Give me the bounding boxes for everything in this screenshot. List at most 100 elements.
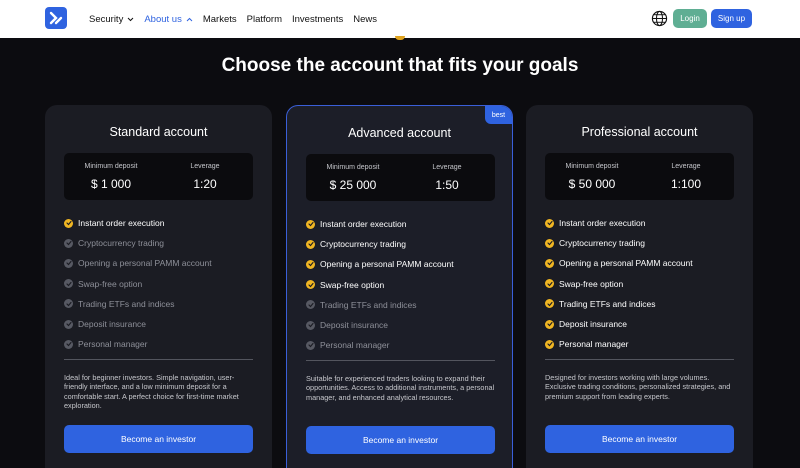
min-deposit-label: Minimum deposit xyxy=(84,163,138,170)
min-deposit-label: Minimum deposit xyxy=(565,163,619,170)
check-circle-icon xyxy=(306,320,315,330)
check-circle-icon xyxy=(306,340,315,350)
check-circle-icon xyxy=(545,279,554,289)
feature-label: Trading ETFs and indices xyxy=(559,298,656,309)
feature-list: Instant order execution Cryptocurrency tr… xyxy=(64,213,264,354)
globe-icon[interactable] xyxy=(651,10,668,27)
min-deposit-value: $ 50 000 xyxy=(568,177,616,191)
feature-label: Instant order execution xyxy=(559,218,646,229)
leverage-label: Leverage xyxy=(432,164,462,171)
nav-security[interactable]: Security xyxy=(89,14,134,25)
nav-news[interactable]: News xyxy=(353,14,377,25)
page-title: Choose the account that fits your goals xyxy=(221,55,579,76)
feature-item: Cryptocurrency trading xyxy=(545,233,745,253)
feature-item: Instant order execution xyxy=(306,214,506,234)
divider xyxy=(64,359,253,360)
feature-item: Personal manager xyxy=(545,334,745,354)
feature-item: Instant order execution xyxy=(64,213,264,233)
feature-item: Swap-free option xyxy=(64,274,264,294)
brand-logo-icon[interactable] xyxy=(45,7,67,29)
check-circle-icon xyxy=(64,279,73,289)
feature-item: Deposit insurance xyxy=(545,314,745,334)
nav-security-label: Security xyxy=(89,13,124,25)
feature-label: Personal manager xyxy=(559,339,629,350)
best-badge: best xyxy=(485,106,512,124)
check-circle-icon xyxy=(306,300,315,310)
feature-item: Personal manager xyxy=(64,334,264,354)
chevron-up-icon xyxy=(186,17,193,21)
feature-item: Opening a personal PAMM account xyxy=(545,253,745,273)
divider xyxy=(545,359,734,360)
nav-platform[interactable]: Platform xyxy=(247,14,282,25)
check-circle-icon xyxy=(64,238,73,248)
account-stats: Minimum deposit $ 50 000 Leverage 1:100 xyxy=(545,153,734,200)
divider xyxy=(306,360,495,361)
nav-about-us[interactable]: About us xyxy=(144,14,193,25)
main-nav: Security About us Markets Platform Inves… xyxy=(89,0,387,38)
feature-item: Cryptocurrency trading xyxy=(64,233,264,253)
leverage-label: Leverage xyxy=(671,163,701,170)
become-investor-button[interactable]: Become an investor xyxy=(306,426,495,454)
nav-markets[interactable]: Markets xyxy=(203,14,237,25)
check-circle-icon xyxy=(306,239,315,249)
check-circle-icon xyxy=(306,219,315,229)
check-circle-icon xyxy=(64,319,73,329)
check-circle-icon xyxy=(545,339,554,349)
account-card-standard: Standard account Minimum deposit $ 1 000… xyxy=(45,105,272,468)
feature-label: Instant order execution xyxy=(320,219,407,230)
check-circle-icon xyxy=(64,258,73,268)
feature-item: Cryptocurrency trading xyxy=(306,234,506,254)
feature-item: Trading ETFs and indices xyxy=(64,294,264,314)
feature-label: Cryptocurrency trading xyxy=(559,238,645,249)
feature-list: Instant order execution Cryptocurrency tr… xyxy=(306,214,506,355)
become-investor-button[interactable]: Become an investor xyxy=(545,425,734,453)
feature-label: Deposit insurance xyxy=(78,319,147,330)
feature-item: Swap-free option xyxy=(545,274,745,294)
feature-item: Trading ETFs and indices xyxy=(545,294,745,314)
feature-item: Swap-free option xyxy=(306,275,506,295)
feature-item: Opening a personal PAMM account xyxy=(306,254,506,274)
feature-label: Cryptocurrency trading xyxy=(320,239,406,250)
feature-item: Deposit insurance xyxy=(64,314,264,334)
account-description: Designed for investors working with larg… xyxy=(545,373,731,401)
feature-item: Instant order execution xyxy=(545,213,745,233)
feature-label: Opening a personal PAMM account xyxy=(78,258,212,269)
account-card-title: Advanced account xyxy=(348,126,451,140)
feature-item: Trading ETFs and indices xyxy=(306,295,506,315)
leverage-value: 1:20 xyxy=(193,177,217,191)
login-button[interactable]: Login xyxy=(673,9,707,28)
feature-label: Personal manager xyxy=(78,339,148,350)
hero-decoration xyxy=(395,36,405,40)
nav-about-us-label: About us xyxy=(144,13,182,25)
leverage-label: Leverage xyxy=(190,163,220,170)
account-card-title: Standard account xyxy=(109,125,208,139)
check-circle-icon xyxy=(545,319,554,329)
feature-label: Trading ETFs and indices xyxy=(78,298,175,309)
account-description: Ideal for beginner investors. Simple nav… xyxy=(64,373,239,410)
check-circle-icon xyxy=(545,218,554,228)
feature-label: Opening a personal PAMM account xyxy=(320,259,454,270)
signup-button[interactable]: Sign up xyxy=(711,9,752,28)
account-card-advanced: best Advanced account Minimum deposit $ … xyxy=(286,105,513,468)
feature-label: Deposit insurance xyxy=(320,320,389,331)
nav-investments[interactable]: Investments xyxy=(292,14,343,25)
check-circle-icon xyxy=(545,258,554,268)
leverage-value: 1:50 xyxy=(435,178,459,192)
check-circle-icon xyxy=(64,218,73,228)
min-deposit-label: Minimum deposit xyxy=(326,164,380,171)
check-circle-icon xyxy=(64,299,73,309)
account-description: Suitable for experienced traders looking… xyxy=(306,374,495,402)
feature-item: Opening a personal PAMM account xyxy=(64,253,264,273)
feature-label: Instant order execution xyxy=(78,218,165,229)
leverage-value: 1:100 xyxy=(670,177,702,191)
account-stats: Minimum deposit $ 1 000 Leverage 1:20 xyxy=(64,153,253,200)
feature-item: Personal manager xyxy=(306,335,506,355)
account-card-title: Professional account xyxy=(581,125,698,139)
account-stats: Minimum deposit $ 25 000 Leverage 1:50 xyxy=(306,154,495,201)
feature-label: Trading ETFs and indices xyxy=(320,299,417,310)
check-circle-icon xyxy=(545,299,554,309)
check-circle-icon xyxy=(306,280,315,290)
become-investor-button[interactable]: Become an investor xyxy=(64,425,253,453)
feature-label: Swap-free option xyxy=(78,278,143,289)
feature-list: Instant order execution Cryptocurrency tr… xyxy=(545,213,745,354)
